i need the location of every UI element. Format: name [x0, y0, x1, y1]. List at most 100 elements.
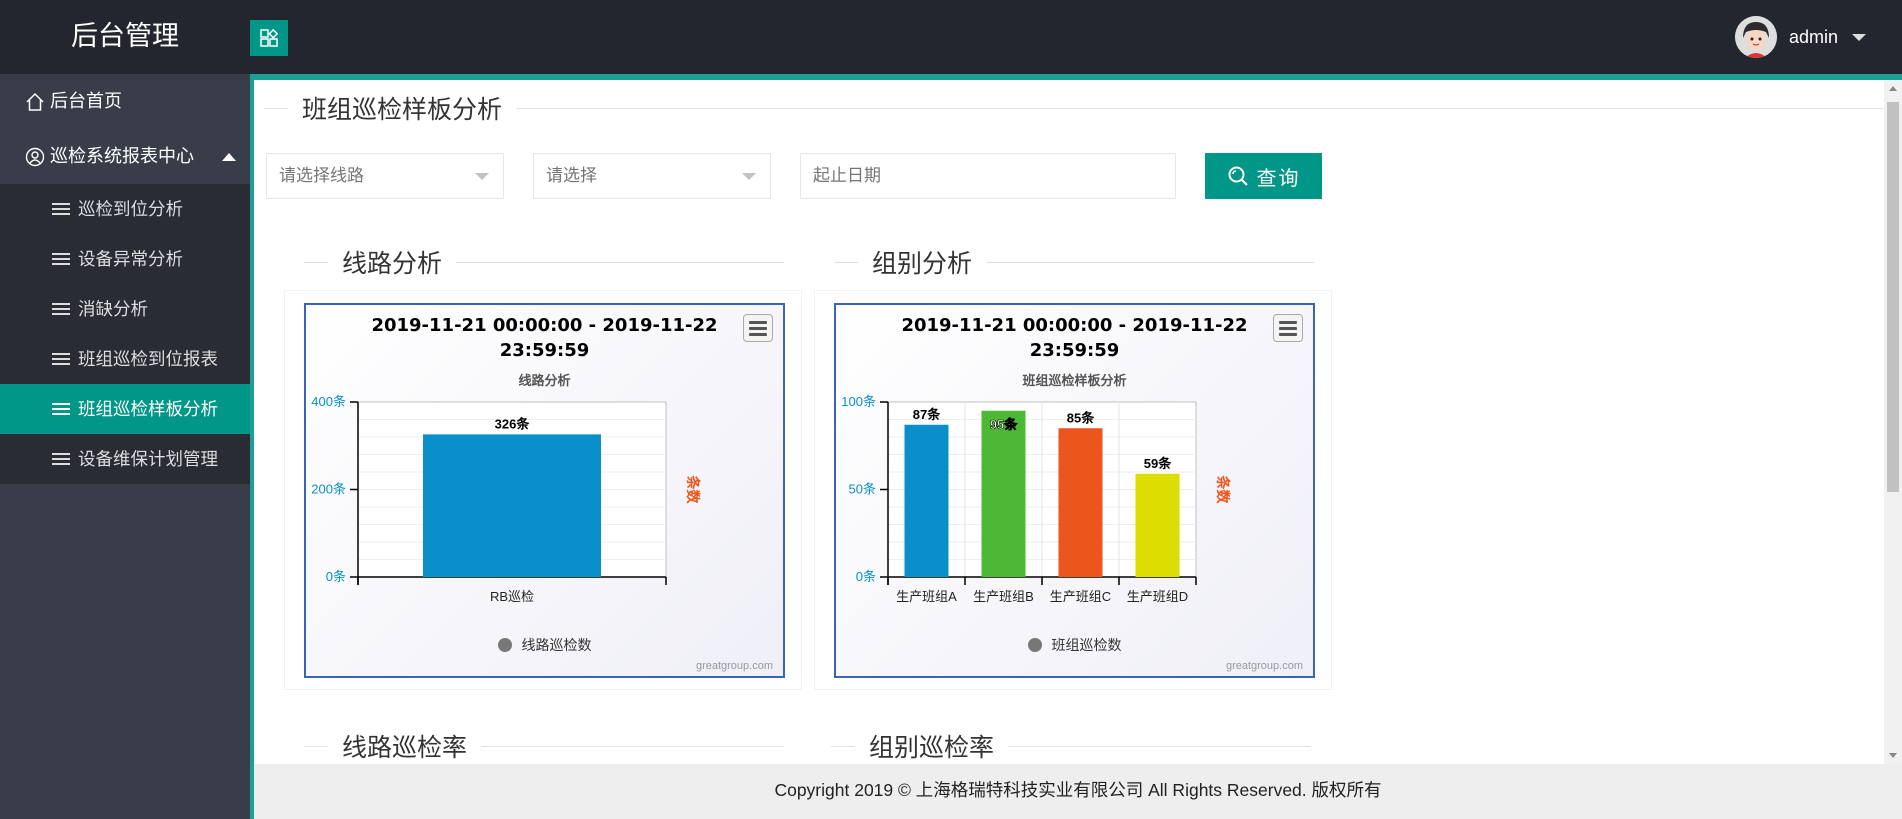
username: admin	[1788, 26, 1838, 47]
y-tick-label: 0条	[326, 569, 346, 584]
sidebar-item-patrol-arrival[interactable]: 巡检到位分析	[0, 184, 250, 234]
query-button[interactable]: 查询	[1205, 153, 1322, 199]
section-group-rate: 组别巡检率	[831, 728, 1311, 764]
sidebar-item-label: 班组巡检样板分析	[78, 399, 218, 419]
chart-export-menu-button[interactable]	[743, 314, 773, 342]
section-group-analysis: 组别分析	[834, 244, 1314, 280]
sidebar-item-label: 班组巡检到位报表	[78, 349, 218, 369]
sidebar-submenu: 巡检到位分析 设备异常分析 消缺分析 班组巡检到位报表 班组巡检样板分析 设备维…	[0, 184, 250, 484]
section-route-rate: 线路巡检率	[304, 728, 784, 764]
legend-dot-icon	[1027, 638, 1042, 652]
user-circle-icon	[24, 146, 46, 168]
date-range-input[interactable]	[800, 153, 1176, 199]
chevron-down-icon	[742, 173, 756, 180]
sidebar-item-label: 后台首页	[50, 91, 122, 111]
y-axis-title: 条数	[1214, 475, 1231, 505]
page-title: 班组巡检样板分析	[264, 90, 1884, 126]
sidebar-item-maintenance-plan[interactable]: 设备维保计划管理	[0, 434, 250, 484]
home-icon	[24, 91, 46, 113]
route-select-placeholder: 请选择线路	[279, 166, 364, 185]
chart-export-menu-button[interactable]	[1273, 314, 1303, 342]
brand-title: 后台管理	[71, 21, 179, 52]
avatar	[1734, 16, 1777, 58]
list-icon	[52, 353, 70, 365]
sidebar-item-device-anomaly[interactable]: 设备异常分析	[0, 234, 250, 284]
footer: Copyright 2019 © 上海格瑞特科技实业有限公司 All Right…	[250, 764, 1902, 819]
caret-up-icon	[222, 153, 236, 161]
list-icon	[52, 403, 70, 415]
chart-subtitle: 班组巡检样板分析	[1022, 373, 1127, 388]
data-label: 85条	[1067, 410, 1095, 425]
menu-toggle-button[interactable]	[250, 20, 288, 56]
list-icon	[52, 453, 70, 465]
bar	[981, 410, 1026, 577]
list-icon	[52, 203, 70, 215]
y-tick-label: 50条	[849, 482, 876, 497]
legend-label: 班组巡检数	[1051, 637, 1122, 653]
scrollbar-thumb[interactable]	[1887, 102, 1899, 492]
sidebar-item-label: 巡检到位分析	[78, 199, 183, 219]
x-tick-label: 生产班组A	[896, 589, 957, 604]
scroll-down-arrow-icon[interactable]	[1889, 753, 1897, 758]
sidebar-item-team-sample-analysis[interactable]: 班组巡检样板分析	[0, 384, 250, 434]
main-content: 班组巡检样板分析 请选择线路 请选择 查询 线路分析 组别分析 0条 200条 40…	[250, 74, 1902, 764]
chart-legend-item[interactable]: 线路巡检数	[306, 635, 783, 655]
list-icon	[52, 253, 70, 265]
bar	[1058, 428, 1103, 577]
vertical-scrollbar[interactable]	[1884, 80, 1902, 764]
sidebar-item-home[interactable]: 后台首页	[0, 74, 250, 129]
copyright-text: Copyright 2019 © 上海格瑞特科技实业有限公司 All Right…	[774, 780, 1382, 800]
x-tick-label: 生产班组B	[973, 589, 1034, 604]
sidebar-item-label: 消缺分析	[78, 299, 148, 319]
section-title: 组别分析	[872, 249, 973, 278]
chart-credits[interactable]: greatgroup.com	[1226, 660, 1303, 672]
x-tick-label: 生产班组D	[1127, 589, 1188, 604]
sidebar-item-defect-elimination[interactable]: 消缺分析	[0, 284, 250, 334]
sidebar: 后台首页 巡检系统报表中心 巡检到位分析 设备异常分析 消缺分析 班组巡检到位报…	[0, 74, 250, 819]
list-icon	[52, 303, 70, 315]
x-tick-label: RB巡检	[490, 589, 534, 604]
sidebar-item-label: 设备异常分析	[78, 249, 183, 269]
sidebar-item-team-patrol-report[interactable]: 班组巡检到位报表	[0, 334, 250, 384]
route-select[interactable]: 请选择线路	[266, 153, 504, 199]
chart-title: 2019-11-21 00:00:00 - 2019-11-22 23:59:59	[901, 315, 1248, 361]
chevron-down-icon	[475, 173, 489, 180]
bar	[904, 424, 949, 577]
data-label: 95条	[990, 417, 1018, 432]
y-tick-label: 100条	[841, 394, 876, 409]
top-header: 后台管理 admin	[0, 0, 1902, 74]
group-chart: 0条 50条 100条 87条生产班组A 95条生产班组B 85条生产班组C 59条生产班组…	[834, 303, 1315, 678]
caret-down-icon	[1852, 33, 1866, 41]
chart-legend-item[interactable]: 班组巡检数	[836, 635, 1313, 655]
data-label: 87条	[913, 407, 941, 422]
user-menu[interactable]: admin	[1734, 16, 1866, 58]
y-tick-label: 400条	[311, 394, 346, 409]
section-title: 组别巡检率	[869, 733, 995, 762]
search-icon	[1228, 166, 1248, 186]
y-tick-label: 0条	[856, 569, 876, 584]
section-title: 线路巡检率	[342, 733, 468, 762]
sidebar-item-label: 设备维保计划管理	[78, 449, 218, 469]
bar	[423, 434, 601, 577]
chart-credits[interactable]: greatgroup.com	[696, 660, 773, 672]
route-chart: 0条 200条 400条 326条 RB巡检 条数 2019-11-21 00:00:00…	[304, 303, 785, 678]
data-label: 59条	[1144, 456, 1172, 471]
data-label: 326条	[495, 416, 531, 431]
chart-title: 2019-11-21 00:00:00 - 2019-11-22 23:59:59	[371, 315, 718, 361]
grid-icon	[260, 29, 278, 47]
y-axis-title: 条数	[684, 475, 701, 505]
group-select-placeholder: 请选择	[546, 166, 597, 185]
section-title: 线路分析	[342, 249, 443, 278]
group-select[interactable]: 请选择	[533, 153, 771, 199]
chart-subtitle: 线路分析	[518, 373, 571, 388]
bar	[1135, 473, 1180, 577]
sidebar-group-label: 巡检系统报表中心	[50, 146, 194, 166]
section-route-analysis: 线路分析	[304, 244, 784, 280]
page-title-text: 班组巡检样板分析	[302, 95, 503, 124]
y-tick-label: 200条	[311, 482, 346, 497]
x-tick-label: 生产班组C	[1050, 589, 1111, 604]
query-button-label: 查询	[1256, 167, 1301, 190]
legend-label: 线路巡检数	[521, 637, 592, 653]
sidebar-group-report-center[interactable]: 巡检系统报表中心	[0, 129, 250, 184]
scroll-up-arrow-icon[interactable]	[1889, 86, 1897, 91]
